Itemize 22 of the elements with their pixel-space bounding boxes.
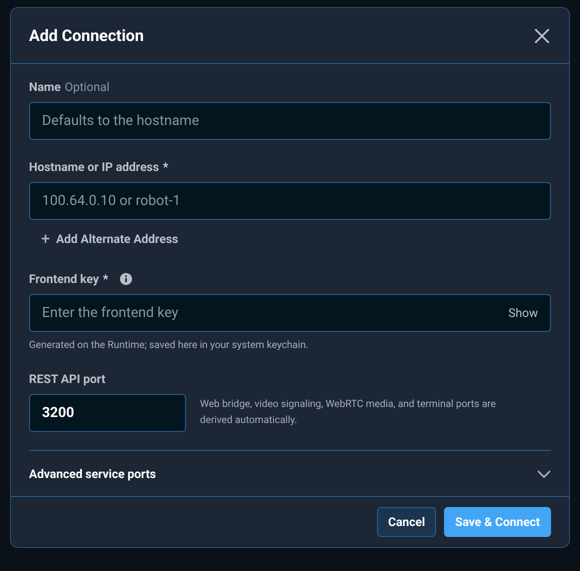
field-label: Hostname or IP address bbox=[29, 159, 159, 176]
advanced-ports-toggle[interactable]: Advanced service ports bbox=[29, 450, 551, 496]
hostname-input[interactable]: 100.64.0.10 or robot-1 bbox=[29, 182, 551, 220]
port-note: Web bridge, video signaling, WebRTC media, and terminal ports are derived automatically. bbox=[200, 398, 497, 428]
chevron-icon bbox=[537, 470, 551, 478]
port-input[interactable]: 3200 bbox=[29, 394, 186, 432]
name-input[interactable]: Defaults to the hostname bbox=[29, 102, 551, 140]
field-label: Frontend key bbox=[29, 271, 99, 288]
add-alternate-button[interactable]: + Add Alternate Address bbox=[41, 230, 178, 248]
plus-icon: + bbox=[41, 231, 50, 248]
optional-hint: Optional bbox=[64, 79, 110, 96]
cancel-button[interactable]: Cancel bbox=[377, 507, 436, 538]
info-icon bbox=[120, 273, 132, 286]
help-text: Generated on the Runtime; saved here in your system keychain. bbox=[29, 339, 310, 354]
field-label: REST API port bbox=[29, 371, 106, 388]
close-icon[interactable] bbox=[533, 26, 551, 45]
frontend-key-field[interactable]: Enter the frontend key Show bbox=[29, 294, 551, 332]
field-label: Name bbox=[29, 79, 61, 96]
required-mark: * bbox=[162, 159, 168, 176]
dialog-title: Add Connection bbox=[29, 24, 144, 47]
show-button[interactable]: Show bbox=[496, 304, 550, 322]
required-mark: * bbox=[102, 271, 108, 288]
